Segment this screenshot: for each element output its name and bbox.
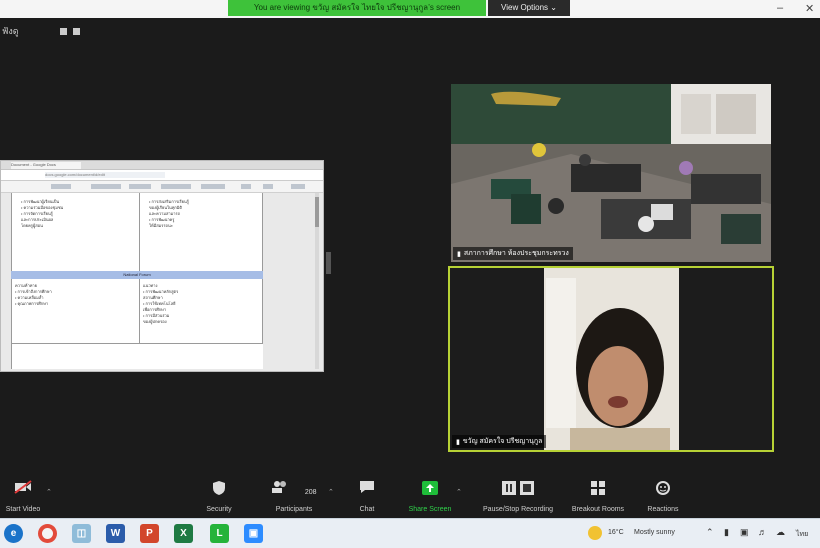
weather-icon[interactable]	[588, 526, 602, 540]
edge-icon[interactable]: e	[4, 524, 23, 543]
doc-page: • การพัฒนาผู้เรียนเป็น • ความร่วมมือของชุ…	[11, 193, 263, 369]
breakout-rooms-button[interactable]: Breakout Rooms	[564, 480, 632, 513]
shared-screen-document: Document - Google Docs docs.google.com/d…	[0, 160, 324, 372]
breakout-icon	[564, 480, 632, 500]
table-cell-col2-bottom: แนวทาง • การพัฒนาหลักสูตร สถานศึกษา • การใ…	[143, 283, 179, 324]
weather-temp[interactable]: 16°C	[608, 529, 624, 536]
meeting-info-bar: ฟังดู	[0, 22, 80, 40]
pause-stop-recording-button[interactable]: Pause/Stop Recording	[468, 480, 568, 513]
share-screen-icon	[402, 480, 458, 500]
language-indicator[interactable]: ไทย	[796, 529, 808, 540]
video-tile-room[interactable]: ▮ สภาการศึกษา ห้องประชุมกระทรวง	[451, 84, 771, 262]
network-icon[interactable]: ▣	[740, 527, 749, 538]
reactions-button[interactable]: Reactions	[640, 480, 686, 513]
browser-tabs: Document - Google Docs	[1, 161, 323, 170]
fullscreen-icon[interactable]	[73, 27, 80, 35]
share-options-caret-icon[interactable]: ⌃	[456, 488, 462, 496]
mic-muted-icon: ▮	[457, 250, 461, 258]
view-options-button[interactable]: View Options ⌄	[488, 0, 570, 16]
excel-icon[interactable]: X	[174, 524, 193, 543]
windows-taskbar: e ◫ W P X L ▣ 16°C Mostly sunny ⌃ ▮ ▣ ♬ …	[0, 518, 820, 548]
video-off-icon	[0, 480, 46, 500]
video-tile-active-speaker[interactable]: ▮ ขวัญ สมัครใจ ปรีชญานุกูล	[448, 266, 774, 452]
onedrive-icon[interactable]: ☁	[776, 527, 785, 538]
room-video-image	[451, 84, 771, 262]
chat-button[interactable]: Chat	[352, 480, 382, 513]
reactions-icon	[640, 480, 686, 500]
room-name-label: ▮ สภาการศึกษา ห้องประชุมกระทรวง	[453, 247, 573, 260]
chevron-up-icon[interactable]: ⌃	[706, 527, 714, 538]
table-cell-col1-top: • การพัฒนาผู้เรียนเป็น • ความร่วมมือของชุ…	[21, 199, 64, 228]
address-bar: docs.google.com/document/d/edit	[1, 170, 323, 181]
shield-icon	[198, 480, 240, 500]
video-options-caret-icon[interactable]: ⌃	[46, 488, 52, 496]
table-heading-row: National Forum	[11, 271, 263, 279]
powerpoint-icon[interactable]: P	[140, 524, 159, 543]
meeting-toolbar: Start Video ⌃ Security 208 Participants …	[0, 478, 820, 518]
speaker-video-image	[450, 268, 772, 450]
battery-icon[interactable]: ▮	[724, 527, 729, 538]
participants-button[interactable]: 208 Participants	[266, 480, 322, 513]
recording-icon	[468, 480, 568, 500]
weather-desc[interactable]: Mostly sunny	[634, 529, 675, 536]
screen-share-banner: You are viewing ขวัญ สมัครใจ ไทยใจ ปรีชญ…	[228, 0, 486, 16]
close-button[interactable]: ✕	[805, 2, 814, 15]
word-icon[interactable]: W	[106, 524, 125, 543]
participants-caret-icon[interactable]: ⌃	[328, 488, 334, 496]
participants-icon: 208	[266, 480, 322, 500]
doc-scrollbar[interactable]	[315, 193, 319, 369]
chrome-icon[interactable]	[38, 524, 57, 543]
mic-muted-icon: ▮	[456, 438, 460, 446]
table-cell-col1-bottom: ความท้าทาย • การเข้าถึงการศึกษา • ความเหลื…	[15, 283, 52, 306]
share-screen-button[interactable]: Share Screen	[402, 480, 458, 513]
browser-tab[interactable]: Document - Google Docs	[11, 162, 81, 169]
doc-toolbar	[1, 181, 323, 193]
chat-icon	[352, 480, 382, 500]
speaker-name-label: ▮ ขวัญ สมัครใจ ปรีชญานุกูล	[452, 435, 547, 448]
table-cell-col2-top: • การส่งเสริมการเรียนรู้ ของผู้เรียนในทุ…	[149, 199, 189, 228]
window-title-bar: You are viewing ขวัญ สมัครใจ ไทยใจ ปรีชญ…	[0, 0, 820, 18]
security-button[interactable]: Security	[198, 480, 240, 513]
minimize-button[interactable]: –	[777, 2, 783, 14]
files-icon[interactable]: ◫	[72, 524, 91, 543]
line-icon[interactable]: L	[210, 524, 229, 543]
volume-icon[interactable]: ♬	[758, 527, 767, 537]
meeting-info-text: ฟังดู	[2, 26, 19, 36]
start-video-button[interactable]: Start Video	[0, 480, 46, 513]
url-field: docs.google.com/document/d/edit	[45, 172, 165, 178]
split-handle[interactable]	[326, 252, 331, 274]
zoom-icon[interactable]: ▣	[244, 524, 263, 543]
layout-icon[interactable]	[60, 27, 67, 35]
